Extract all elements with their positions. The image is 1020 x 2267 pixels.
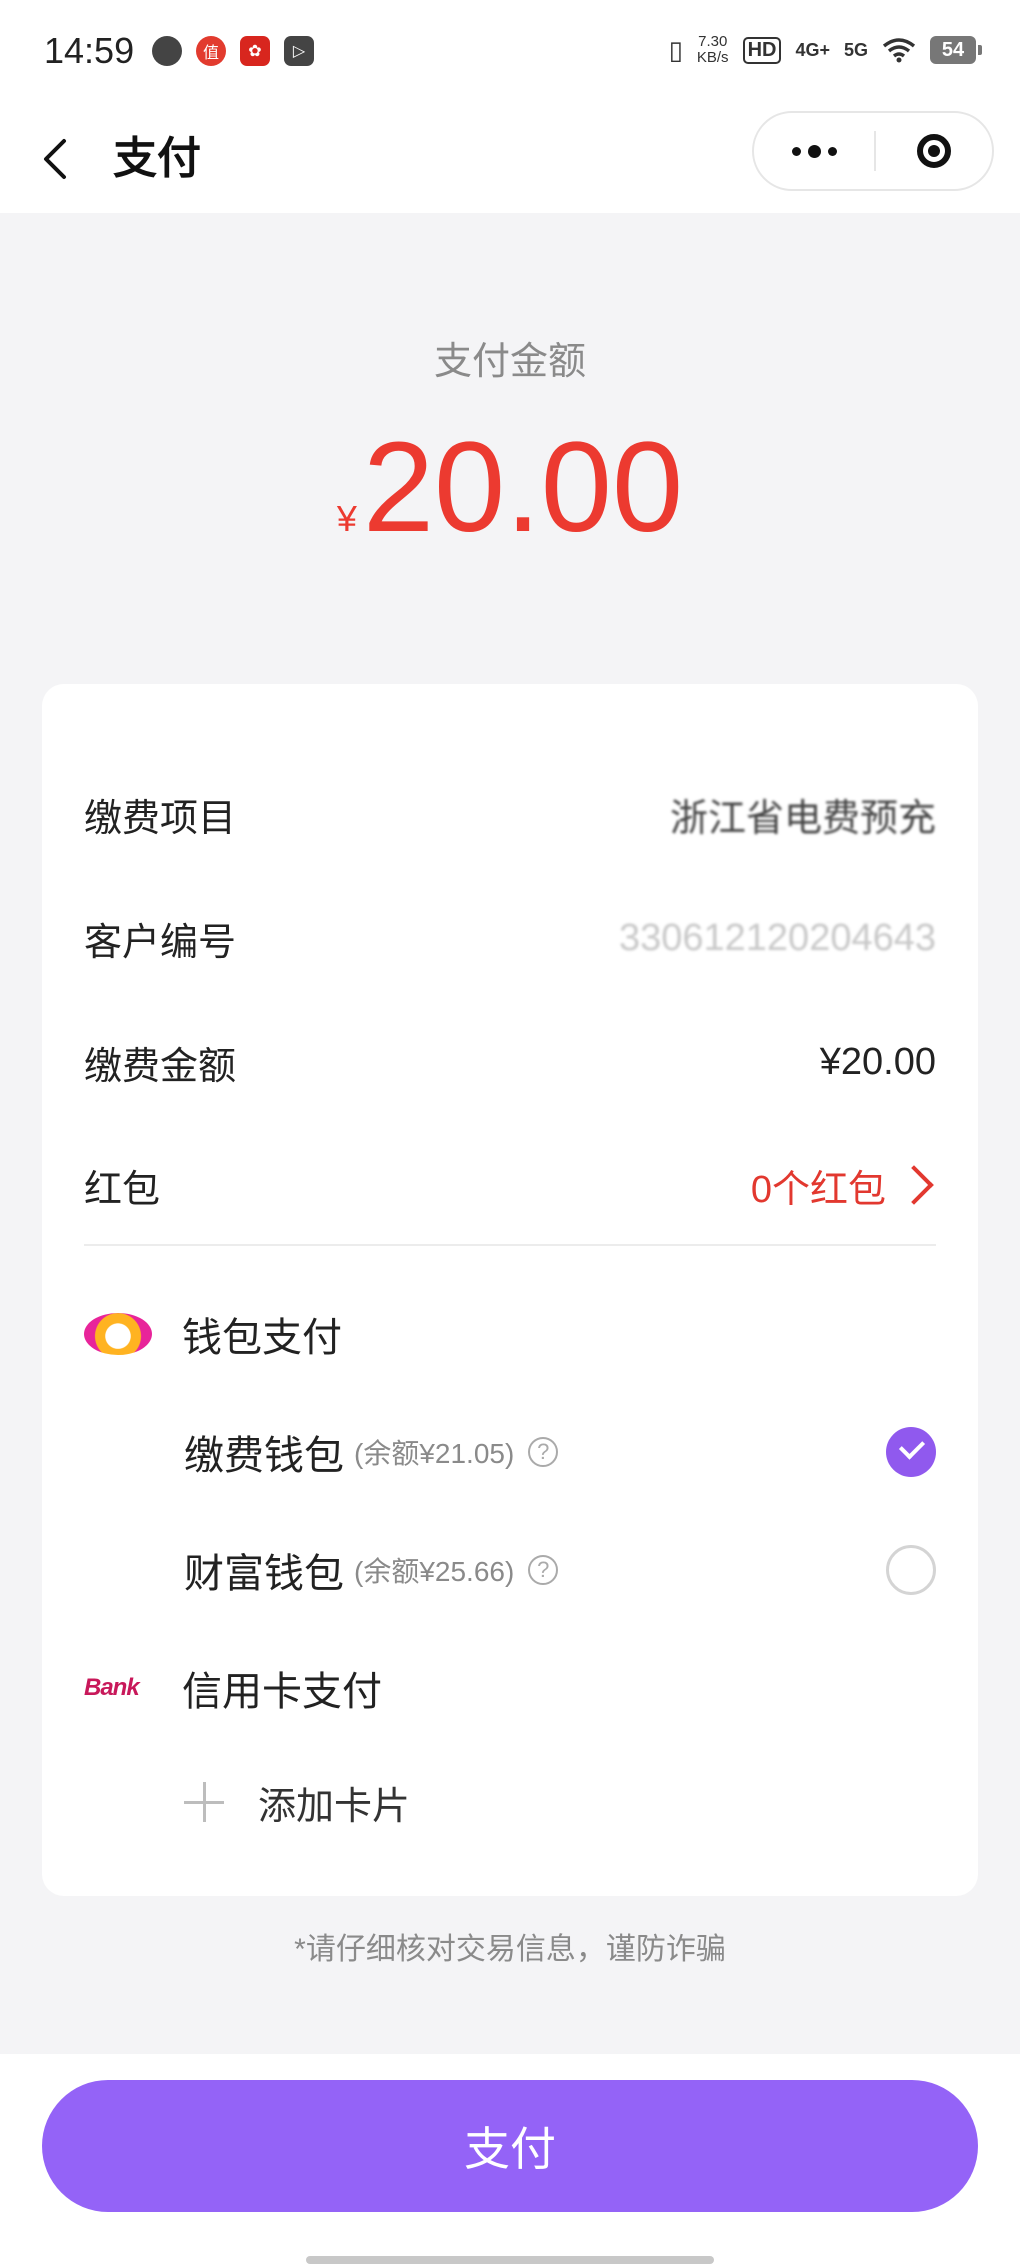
chevron-left-icon (44, 139, 66, 179)
item-label: 缴费项目 (84, 797, 237, 840)
home-indicator[interactable] (306, 2256, 714, 2264)
item-value: 浙江省电费预充 (669, 797, 936, 840)
wallet-option-balance: (余额¥21.05) (354, 1438, 515, 1469)
wallet-logo-shape (84, 1313, 152, 1355)
amount-label: 支付金额 (433, 341, 586, 383)
battery-icon: 54 (930, 36, 982, 64)
customer-value: 330612120204643 (618, 916, 936, 959)
bottom-bar: 支付 (0, 2054, 1020, 2267)
currency-symbol: ¥ (336, 498, 357, 539)
wallet-option-payment[interactable]: 缴费钱包 (余额¥21.05) ? (184, 1412, 936, 1492)
credit-title: 信用卡支付 (182, 1670, 382, 1714)
radio-unchecked-icon[interactable] (886, 1545, 936, 1595)
radio-checked-icon[interactable] (886, 1427, 936, 1477)
close-miniprogram-button[interactable] (876, 113, 992, 189)
lucky-app-icon: ✿ (240, 36, 270, 66)
wallet-logo-icon (84, 1309, 154, 1359)
payment-detail-card: 缴费项目 浙江省电费预充 客户编号 330612120204643 缴费金额 ¥… (42, 684, 978, 1896)
fee-label: 缴费金额 (84, 1045, 237, 1088)
customer-row: 客户编号 330612120204643 (84, 903, 936, 973)
miniprogram-capsule (752, 111, 994, 191)
add-card-label: 添加卡片 (258, 1785, 411, 1828)
help-icon[interactable]: ? (528, 1437, 559, 1467)
page-title: 支付 (113, 134, 201, 183)
plus-icon (184, 1782, 224, 1822)
status-bar: 14:59 值 ✿ ▷ ▯ 7.30 KB/s HD 4G+ 5G 54 (0, 0, 1020, 105)
signal-4g: 4G+ (795, 39, 830, 60)
redpacket-selector[interactable]: 0个红包 (751, 1158, 936, 1213)
speed-unit: KB/s (696, 49, 729, 66)
more-icon-center (807, 144, 821, 158)
worth-buying-app-icon: 值 (196, 36, 226, 66)
customer-label: 客户编号 (84, 921, 237, 964)
pay-amount: ¥20.00 (0, 418, 1020, 558)
status-right: ▯ 7.30 KB/s HD 4G+ 5G 54 (668, 34, 982, 66)
status-time: 14:59 (44, 30, 135, 71)
chat-bubble-icon (152, 36, 182, 66)
redpacket-row[interactable]: 红包 0个红包 (84, 1150, 936, 1220)
chevron-right-icon (894, 1165, 934, 1205)
amount-value: 20.00 (362, 416, 684, 559)
wallet-option-wealth[interactable]: 财富钱包 (余额¥25.66) ? (184, 1530, 936, 1610)
more-icon (791, 146, 801, 156)
wallet-option-balance: (余额¥25.66) (354, 1556, 515, 1587)
redpacket-label: 红包 (84, 1168, 161, 1211)
help-icon[interactable]: ? (528, 1555, 559, 1585)
fraud-notice: *请仔细核对交易信息，谨防诈骗 (294, 1933, 726, 1966)
more-button[interactable] (754, 113, 874, 189)
credit-section-header: Bank 信用卡支付 (84, 1648, 936, 1728)
fee-row: 缴费金额 ¥20.00 (84, 1027, 936, 1097)
wallet-option-name: 缴费钱包 (184, 1434, 344, 1478)
signal-5g: 5G (843, 39, 868, 60)
speed-value: 7.30 (698, 33, 728, 50)
pay-button[interactable]: 支付 (42, 2080, 978, 2212)
hd-badge: HD (742, 36, 782, 64)
more-icon-right (827, 146, 837, 156)
back-button[interactable] (38, 127, 98, 191)
nav-bar: 支付 (0, 105, 1020, 213)
fee-value: ¥20.00 (819, 1040, 936, 1083)
wifi-icon (882, 38, 916, 63)
wallet-title: 钱包支付 (182, 1316, 342, 1360)
wallet-option-name: 财富钱包 (184, 1552, 344, 1596)
target-icon-dot (928, 145, 940, 157)
play-app-icon: ▷ (284, 36, 314, 66)
network-speed: 7.30 KB/s (697, 34, 729, 66)
vibrate-icon: ▯ (668, 34, 683, 65)
redpacket-value: 0个红包 (750, 1168, 886, 1211)
target-icon (917, 134, 951, 168)
add-card-button[interactable]: 添加卡片 (184, 1762, 936, 1842)
notification-icons: 值 ✿ ▷ (152, 36, 314, 66)
section-divider (84, 1244, 936, 1246)
wallet-section-header: 钱包支付 (84, 1294, 936, 1374)
item-row: 缴费项目 浙江省电费预充 (84, 779, 936, 849)
bank-logo-icon: Bank (84, 1674, 140, 1701)
